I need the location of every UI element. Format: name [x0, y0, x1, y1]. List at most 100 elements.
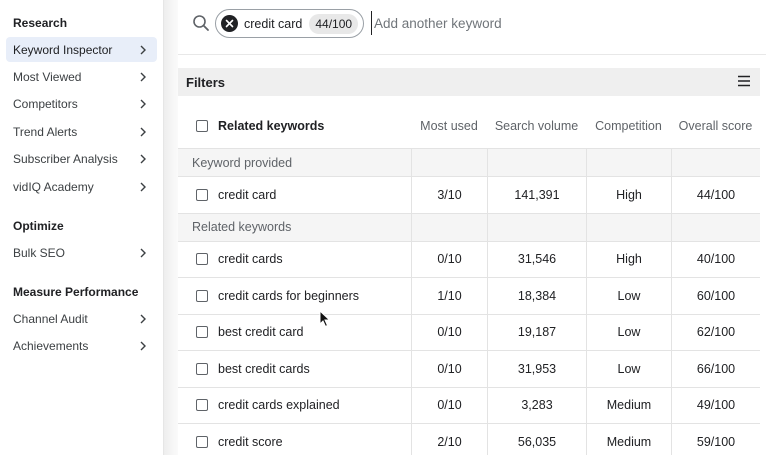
cell-keyword: credit cards explained — [178, 388, 411, 424]
cell-overall-score: 60/100 — [671, 278, 760, 314]
cell-competition: Low — [586, 314, 671, 350]
cell-most-used: 1/10 — [411, 278, 487, 314]
group-empty-cell — [487, 213, 586, 241]
group-empty-cell — [411, 213, 487, 241]
sidebar-item-label: vidIQ Academy — [13, 179, 94, 194]
mouse-cursor-icon — [319, 309, 331, 328]
sidebar-item-label: Most Viewed — [13, 69, 82, 84]
cell-most-used: 2/10 — [411, 424, 487, 455]
row-checkbox[interactable] — [196, 435, 208, 448]
keyword-chip-score: 44/100 — [309, 13, 359, 34]
group-empty-cell — [487, 149, 586, 176]
cell-most-used: 0/10 — [411, 351, 487, 387]
sidebar-item-keyword-inspector[interactable]: Keyword Inspector — [6, 37, 157, 62]
sidebar-item-most-viewed[interactable]: Most Viewed — [6, 64, 157, 89]
sidebar-item-trend-alerts[interactable]: Trend Alerts — [6, 119, 157, 144]
keyword-text: credit cards for beginners — [218, 288, 360, 303]
sidebar-item-label: Keyword Inspector — [13, 42, 113, 57]
sidebar-item-label: Trend Alerts — [13, 124, 78, 139]
header-most-used[interactable]: Most used — [411, 103, 487, 148]
cell-keyword: credit card — [178, 177, 411, 213]
sidebar-item-subscriber-analysis[interactable]: Subscriber Analysis — [6, 147, 157, 172]
filter-menu-icon[interactable] — [736, 73, 752, 89]
group-empty-cell — [586, 149, 671, 176]
row-checkbox[interactable] — [196, 362, 208, 375]
row-checkbox[interactable] — [196, 326, 208, 339]
cell-overall-score: 44/100 — [671, 177, 760, 213]
keyword-text: best credit card — [218, 325, 304, 340]
cell-most-used: 3/10 — [411, 177, 487, 213]
sidebar-item-competitors[interactable]: Competitors — [6, 92, 157, 117]
keyword-chip[interactable]: credit card 44/100 — [215, 9, 364, 38]
chevron-right-icon — [135, 338, 151, 354]
cell-keyword: credit cards for beginners — [178, 278, 411, 314]
cell-search-volume: 31,546 — [487, 241, 586, 277]
table-row[interactable]: credit cards 0/10 31,546 High 40/100 — [178, 241, 760, 278]
row-checkbox[interactable] — [196, 188, 208, 201]
cell-competition: High — [586, 177, 671, 213]
sidebar-divider — [164, 0, 178, 455]
cell-search-volume: 18,384 — [487, 278, 586, 314]
cell-overall-score: 59/100 — [671, 424, 760, 455]
row-checkbox[interactable] — [196, 399, 208, 412]
sidebar-item-channel-audit[interactable]: Channel Audit — [6, 306, 157, 331]
chevron-right-icon — [135, 311, 151, 327]
sidebar-item-bulk-seo[interactable]: Bulk SEO — [6, 240, 157, 265]
cell-keyword: credit score — [178, 424, 411, 455]
group-empty-cell — [671, 213, 760, 241]
table-group-row: Keyword provided — [178, 149, 760, 177]
sidebar-item-vidiq-academy[interactable]: vidIQ Academy — [6, 174, 157, 199]
group-empty-cell — [671, 149, 760, 176]
table-row[interactable]: best credit card 0/10 19,187 Low 62/100 — [178, 314, 760, 351]
cell-search-volume: 141,391 — [487, 177, 586, 213]
cell-search-volume: 19,187 — [487, 314, 586, 350]
filters-bar[interactable]: Filters — [178, 68, 760, 96]
header-overall-score[interactable]: Overall score — [671, 103, 760, 148]
search-icon[interactable] — [192, 14, 210, 32]
header-search-volume[interactable]: Search volume — [487, 103, 586, 148]
table-header-row: Related keywords Most used Search volume… — [178, 103, 760, 149]
section-heading-measure-performance: Measure Performance — [13, 285, 139, 299]
chevron-right-icon — [135, 179, 151, 195]
row-checkbox[interactable] — [196, 253, 208, 266]
cell-search-volume: 56,035 — [487, 424, 586, 455]
keyword-text: credit cards — [218, 252, 283, 267]
section-heading-research: Research — [13, 16, 68, 30]
group-empty-cell — [586, 213, 671, 241]
add-keyword-input[interactable] — [371, 11, 731, 35]
cell-competition: High — [586, 241, 671, 277]
cell-search-volume: 3,283 — [487, 387, 586, 423]
header-related-keywords[interactable]: Related keywords — [178, 103, 411, 148]
chevron-right-icon — [135, 245, 151, 261]
sidebar-item-label: Subscriber Analysis — [13, 152, 118, 166]
section-heading-optimize: Optimize — [13, 219, 64, 233]
sidebar-item-label: Channel Audit — [13, 311, 88, 326]
close-icon[interactable] — [221, 15, 238, 32]
chevron-right-icon — [135, 151, 151, 167]
sidebar-item-label: Competitors — [13, 97, 78, 111]
keyword-text: credit card — [218, 187, 277, 202]
sidebar-item-achievements[interactable]: Achievements — [6, 334, 157, 359]
cell-competition: Low — [586, 351, 671, 387]
group-label: Keyword provided — [192, 155, 293, 170]
row-checkbox[interactable] — [196, 289, 208, 302]
cell-overall-score: 62/100 — [671, 314, 760, 350]
cell-keyword: best credit cards — [178, 351, 411, 387]
header-competition[interactable]: Competition — [586, 103, 671, 148]
sidebar-item-label: Bulk SEO — [13, 245, 66, 260]
table-row[interactable]: credit card 3/10 141,391 High 44/100 — [178, 177, 760, 214]
cell-most-used: 0/10 — [411, 387, 487, 423]
chevron-right-icon — [135, 42, 151, 58]
table-row[interactable]: best credit cards 0/10 31,953 Low 66/100 — [178, 351, 760, 388]
table-row[interactable]: credit cards for beginners 1/10 18,384 Low 6… — [178, 278, 760, 315]
keyword-search-bar: credit card 44/100 — [178, 0, 766, 55]
group-empty-cell — [411, 149, 487, 176]
table-row[interactable]: credit score 2/10 56,035 Medium 59/100 — [178, 424, 760, 455]
cell-overall-score: 66/100 — [671, 351, 760, 387]
cell-overall-score: 40/100 — [671, 241, 760, 277]
table-row[interactable]: credit cards explained 0/10 3,283 Medium 49/… — [178, 387, 760, 424]
select-all-checkbox[interactable] — [196, 119, 208, 132]
sidebar: Research Keyword Inspector Most Viewed C… — [0, 0, 164, 455]
cell-competition: Medium — [586, 387, 671, 423]
cell-keyword: best credit card — [178, 315, 411, 351]
